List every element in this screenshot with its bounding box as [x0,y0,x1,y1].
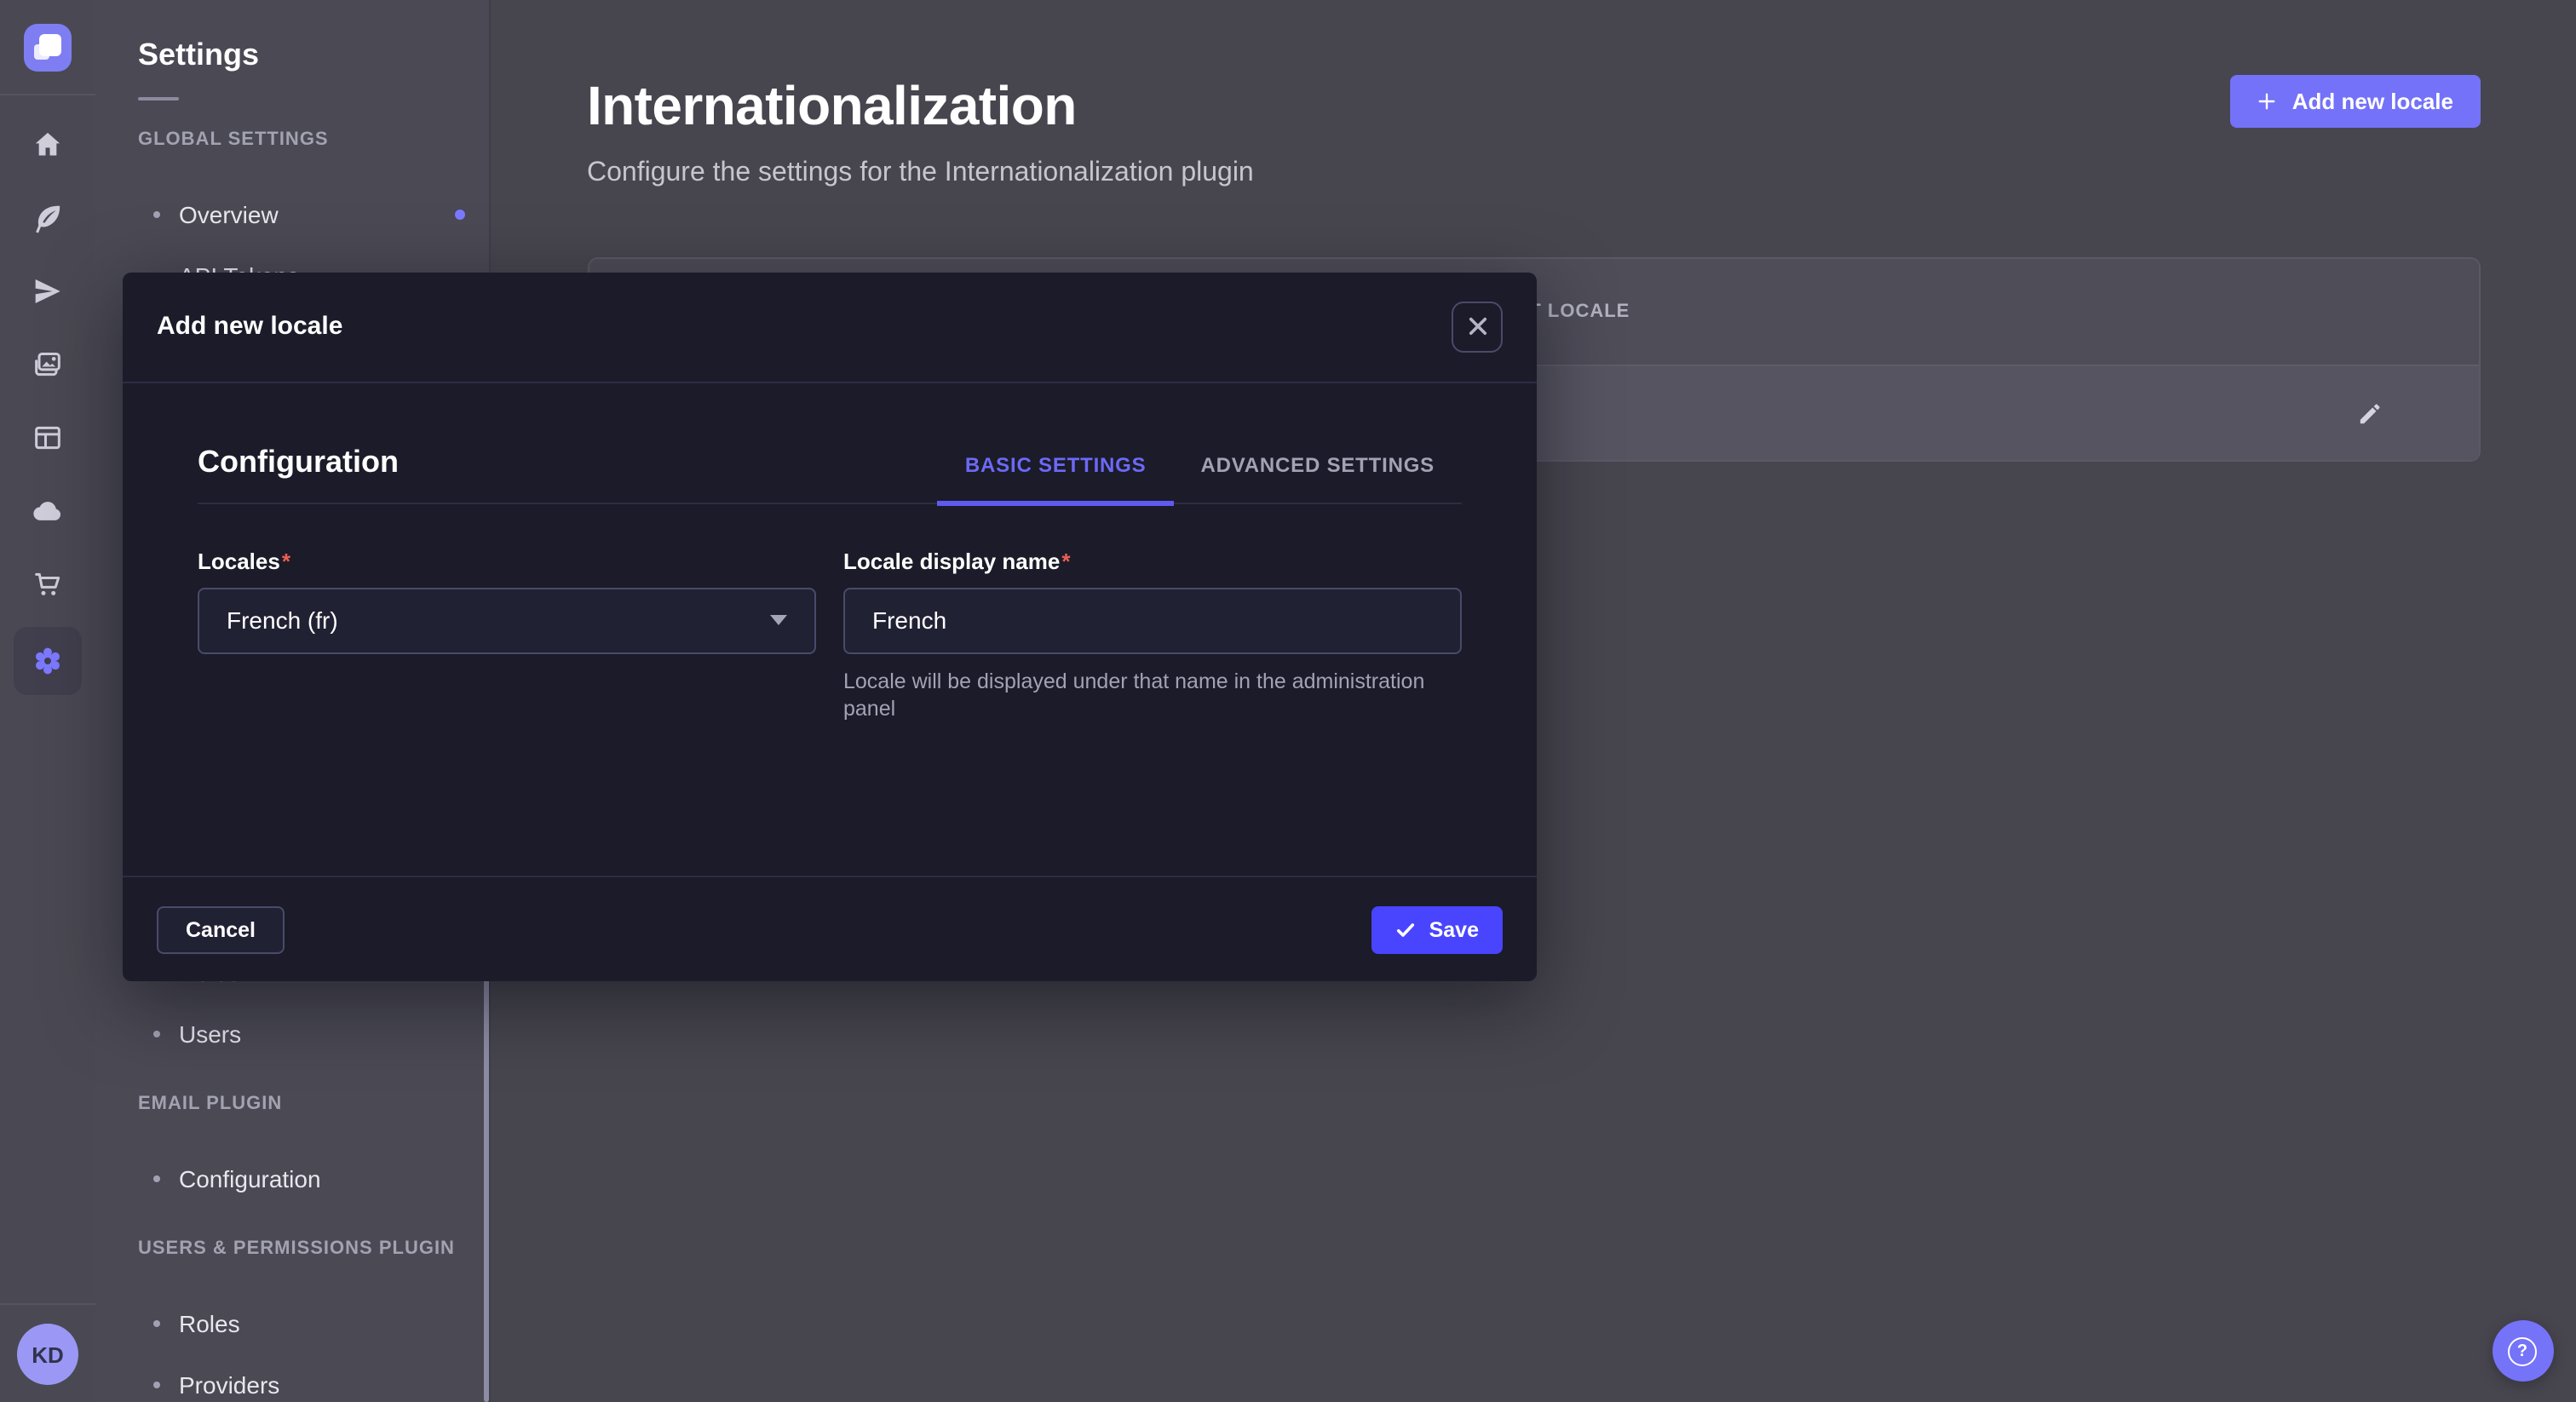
tab-advanced-settings[interactable]: ADVANCED SETTINGS [1173,452,1462,505]
cart-icon[interactable] [17,554,78,615]
locales-select[interactable]: French (fr) [198,587,816,653]
home-icon[interactable] [17,114,78,175]
bullet-icon [153,1175,160,1182]
question-mark-icon: ? [2508,1336,2537,1365]
strapi-logo[interactable] [24,23,72,71]
modal-body: Configuration BASIC SETTINGS ADVANCED SE… [123,382,1537,876]
section-label-users-permissions-plugin: USERS & PERMISSIONS PLUGIN [95,1238,489,1259]
bullet-icon [153,1320,160,1327]
chevron-down-icon [770,615,787,625]
configuration-title: Configuration [198,444,399,502]
column-header-default-locale: DEFAULT LOCALE [1451,302,2479,322]
page-title: Internationalization [587,75,1254,138]
sidebar-item-admin-users[interactable]: Users [95,1003,489,1065]
cancel-button[interactable]: Cancel [157,905,285,953]
title-divider [138,97,179,101]
feather-icon[interactable] [17,187,78,249]
required-asterisk: * [282,548,290,573]
tab-basic-settings[interactable]: BASIC SETTINGS [938,452,1174,505]
locales-label: Locales* [198,548,816,573]
check-icon [1395,919,1416,939]
sidebar-item-label: Providers [179,1371,279,1399]
sidebar-item-up-roles[interactable]: Roles [95,1293,489,1354]
cloud-icon[interactable] [17,480,78,542]
notification-dot [455,210,465,220]
required-asterisk: * [1061,548,1070,573]
pencil-icon [2356,399,2383,427]
save-label: Save [1429,917,1479,941]
locales-field: Locales* French (fr) [198,548,816,725]
add-locale-modal: Add new locale Configuration BASIC SETTI… [123,272,1537,981]
modal-footer: Cancel Save [123,876,1537,981]
page-subtitle: Configure the settings for the Internati… [587,158,1254,189]
modal-header: Add new locale [123,272,1537,382]
section-label-global-settings: GLOBAL SETTINGS [95,129,489,150]
section-label-email-plugin: EMAIL PLUGIN [95,1094,489,1114]
sidebar-item-overview[interactable]: Overview [95,184,489,245]
modal-tabs: BASIC SETTINGS ADVANCED SETTINGS [938,452,1462,502]
display-name-hint: Locale will be displayed under that name… [843,667,1462,725]
bullet-icon [153,1031,160,1037]
close-icon [1468,317,1486,336]
media-library-icon[interactable] [17,334,78,395]
add-new-locale-button[interactable]: Add new locale [2231,75,2481,128]
app-window: KD Settings GLOBAL SETTINGS Overview API… [0,0,2576,1402]
edit-locale-button[interactable] [2346,389,2394,437]
main-content: Internationalization Configure the setti… [491,0,2576,1402]
sidebar-item-label: Users [179,1020,241,1048]
sidebar-item-label: Overview [179,201,279,228]
settings-nav-title: Settings [95,0,489,73]
sidebar-item-label: Roles [179,1310,240,1337]
display-name-field: Locale display name* Locale will be disp… [843,548,1462,725]
sidebar-item-label: Configuration [179,1165,321,1192]
sidebar-item-email-configuration[interactable]: Configuration [95,1148,489,1210]
display-name-label: Locale display name* [843,548,1462,573]
display-name-input[interactable] [843,587,1462,653]
sidebar-item-up-providers[interactable]: Providers [95,1354,489,1402]
save-button[interactable]: Save [1371,905,1503,953]
user-avatar[interactable]: KD [17,1324,78,1385]
bullet-icon [153,1382,160,1388]
logo-container [0,0,95,95]
modal-title: Add new locale [157,312,342,341]
modal-close-button[interactable] [1452,301,1503,352]
locales-selected-value: French (fr) [227,606,338,634]
layout-icon[interactable] [17,407,78,468]
add-new-locale-label: Add new locale [2292,89,2453,114]
bullet-icon [153,211,160,218]
paper-plane-icon[interactable] [17,261,78,322]
help-button[interactable]: ? [2492,1320,2553,1382]
plus-icon [2258,92,2277,111]
gear-icon[interactable] [14,627,82,695]
icon-sidebar: KD [0,0,95,1402]
